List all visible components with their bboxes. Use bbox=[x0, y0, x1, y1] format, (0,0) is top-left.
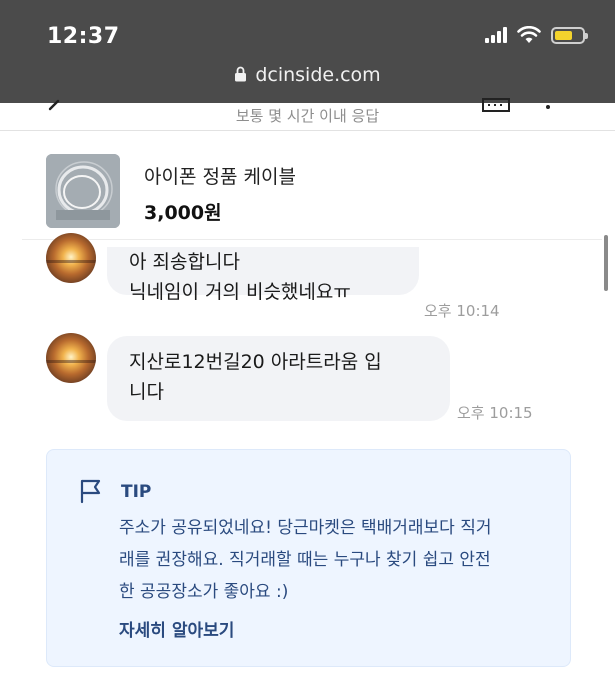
sender-avatar[interactable] bbox=[46, 333, 96, 383]
message-time: 오후 10:14 bbox=[424, 302, 500, 320]
product-card[interactable]: 아이폰 정품 케이블 3,000원 bbox=[22, 132, 602, 240]
tip-card: TIP 주소가 공유되었네요! 당근마켓은 택배거래보다 직거 래를 권장해요.… bbox=[46, 449, 571, 667]
learn-more-link[interactable]: 자세히 알아보기 bbox=[119, 616, 234, 641]
wifi-icon bbox=[517, 26, 541, 43]
response-time-text: 보통 몇 시간 이내 응답 bbox=[235, 107, 380, 125]
product-name: 아이폰 정품 케이블 bbox=[144, 166, 296, 188]
sender-avatar[interactable] bbox=[46, 233, 96, 283]
status-time: 12:37 bbox=[47, 24, 120, 49]
menu-icon[interactable] bbox=[482, 97, 510, 113]
lock-icon bbox=[235, 66, 247, 82]
tip-body: 주소가 공유되었네요! 당근마켓은 택배거래보다 직거 래를 권장해요. 직거래… bbox=[119, 518, 492, 602]
product-price: 3,000원 bbox=[144, 202, 222, 224]
product-thumbnail bbox=[46, 154, 120, 228]
tip-title: TIP bbox=[121, 482, 152, 502]
message-bubble: 아 죄송합니다 닉네임이 거의 비슷했네요ㅠ bbox=[107, 247, 419, 303]
signal-icon bbox=[485, 27, 507, 43]
scrollbar[interactable] bbox=[604, 235, 608, 291]
url-text: dcinside.com bbox=[255, 64, 381, 86]
chat-header: 보통 몇 시간 이내 응답 bbox=[0, 98, 615, 131]
flag-icon bbox=[80, 479, 101, 504]
address-bar[interactable]: dcinside.com bbox=[0, 64, 615, 86]
battery-icon bbox=[551, 26, 588, 44]
status-bar: 12:37 dcinside.com bbox=[0, 0, 615, 103]
more-icon[interactable] bbox=[545, 97, 551, 111]
status-icons bbox=[485, 26, 588, 44]
message-time: 오후 10:15 bbox=[457, 404, 533, 422]
battery-level bbox=[555, 30, 572, 40]
message-bubble: 지산로12번길20 아라트라움 입 니다 bbox=[107, 336, 450, 421]
